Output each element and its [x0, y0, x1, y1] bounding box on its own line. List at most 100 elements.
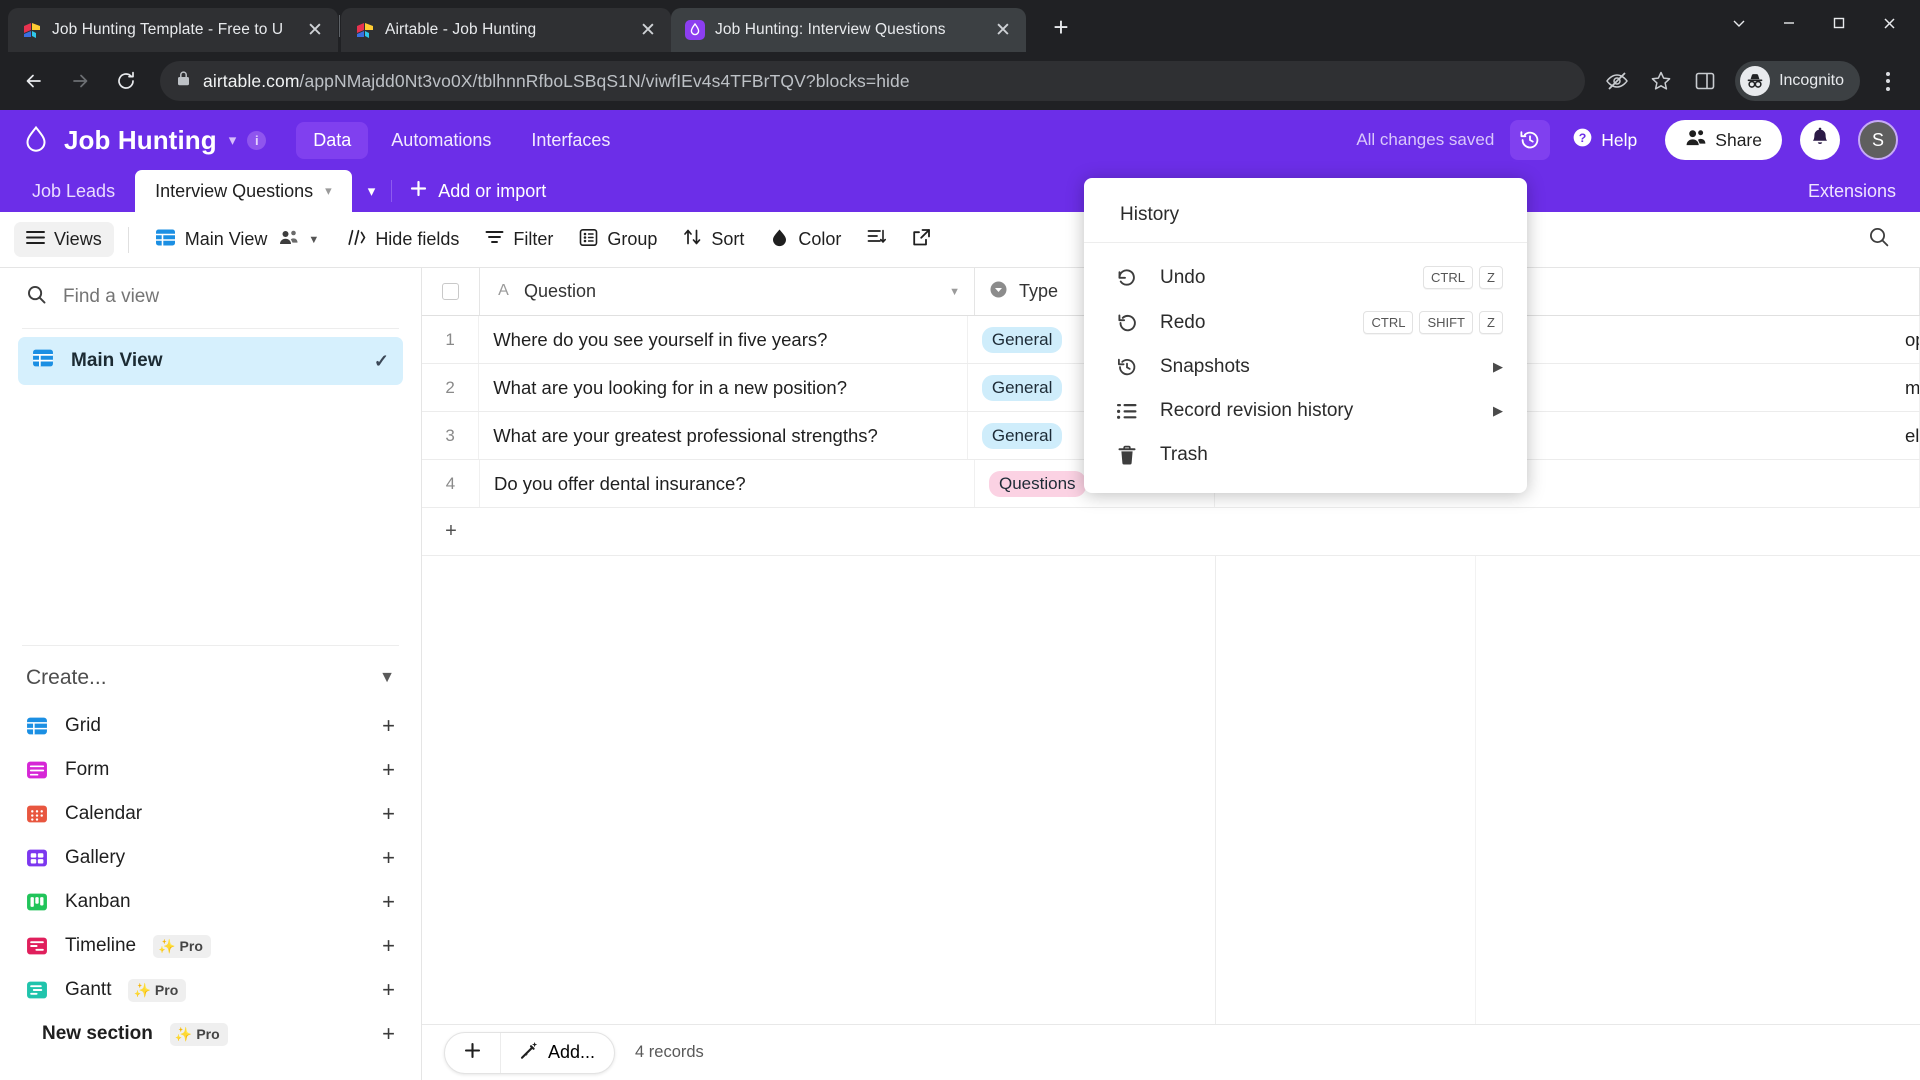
history-item-label: Undo — [1160, 266, 1206, 288]
current-view-button[interactable]: Main View ▼ — [143, 220, 332, 260]
cell-question[interactable]: What are you looking for in a new positi… — [479, 364, 968, 411]
plus-icon[interactable]: + — [382, 713, 395, 739]
history-item-redo[interactable]: Redo CTRL SHIFT Z — [1084, 300, 1527, 345]
hide-fields-button[interactable]: Hide fields — [333, 222, 471, 258]
close-icon[interactable]: ✕ — [637, 21, 659, 40]
browser-menu-icon[interactable] — [1870, 71, 1906, 91]
url-path: /appNMajdd0Nt3vo0X/tblhnnRfboLSBqS1N/viw… — [299, 70, 910, 91]
help-button[interactable]: ? Help — [1560, 120, 1649, 160]
create-item-gallery[interactable]: Gallery + — [0, 836, 421, 880]
close-icon[interactable]: ✕ — [992, 21, 1014, 40]
table-list-chevron-icon[interactable]: ▾ — [352, 170, 392, 212]
views-sidebar: Main View ✓ Create... ▼ Grid + Form + — [0, 268, 422, 1080]
views-toggle-button[interactable]: Views — [14, 222, 114, 257]
sidebar-view-main-view[interactable]: Main View ✓ — [18, 337, 403, 385]
cell-question[interactable]: Where do you see yourself in five years? — [479, 316, 968, 363]
header-right-group: All changes saved ? Help Share S — [1356, 120, 1898, 160]
airtable-template-icon — [22, 20, 42, 40]
type-pill: General — [981, 422, 1063, 449]
nav-item-data[interactable]: Data — [296, 121, 369, 159]
history-item-trash[interactable]: Trash — [1084, 433, 1527, 477]
address-bar[interactable]: airtable.com/appNMajdd0Nt3vo0X/tblhnnRfb… — [160, 61, 1586, 101]
add-record-group[interactable]: Add... — [444, 1031, 616, 1074]
add-record-button[interactable] — [445, 1033, 500, 1073]
find-view-input[interactable] — [63, 286, 395, 308]
create-item-grid[interactable]: Grid + — [0, 704, 421, 748]
create-item-gantt[interactable]: Gantt ✨ Pro + — [0, 968, 421, 1012]
chevron-down-icon[interactable]: ▼ — [949, 286, 960, 298]
avatar[interactable]: S — [1858, 120, 1898, 160]
color-button[interactable]: Color — [758, 221, 853, 259]
back-icon[interactable] — [14, 61, 54, 101]
history-popup: History Undo CTRL Z Redo CTRL SHIFT Z Sn… — [1084, 178, 1527, 493]
airtable-drop-icon — [685, 20, 705, 40]
history-icon-button[interactable] — [1510, 120, 1551, 160]
table-tab-job-leads[interactable]: Job Leads — [12, 170, 135, 212]
history-item-record-revision-history[interactable]: Record revision history ▶ — [1084, 389, 1527, 433]
sort-icon — [683, 228, 702, 251]
nav-item-interfaces[interactable]: Interfaces — [514, 122, 627, 159]
chevron-down-icon[interactable]: ▼ — [379, 669, 395, 687]
group-button[interactable]: Group — [567, 221, 669, 259]
reload-icon[interactable] — [106, 61, 146, 101]
create-item-kanban[interactable]: Kanban + — [0, 880, 421, 924]
maximize-icon[interactable] — [1816, 6, 1862, 40]
share-button[interactable]: Share — [1665, 120, 1782, 160]
group-label: Group — [607, 229, 658, 249]
column-header-question[interactable]: A Question ▼ — [480, 268, 975, 315]
window-list-icon[interactable] — [1716, 6, 1762, 40]
plus-icon[interactable]: + — [382, 801, 395, 827]
plus-icon[interactable]: + — [382, 845, 395, 871]
history-item-snapshots[interactable]: Snapshots ▶ — [1084, 345, 1527, 389]
plus-icon[interactable]: + — [382, 757, 395, 783]
search-icon — [1868, 226, 1890, 253]
browser-omnibar: airtable.com/appNMajdd0Nt3vo0X/tblhnnRfb… — [0, 52, 1920, 110]
chevron-down-icon[interactable]: ▾ — [325, 183, 332, 199]
table-tab-interview-questions[interactable]: Interview Questions ▾ — [135, 170, 352, 212]
sort-button[interactable]: Sort — [671, 221, 756, 258]
plus-icon[interactable]: + — [382, 1021, 395, 1047]
new-tab-button[interactable]: + — [1044, 12, 1078, 43]
notifications-button[interactable] — [1800, 120, 1840, 160]
hamburger-icon — [26, 229, 45, 250]
browser-tab-1[interactable]: Job Hunting Template - Free to U ✕ — [8, 8, 338, 52]
chevron-down-icon[interactable]: ▾ — [229, 131, 237, 149]
select-all-checkbox[interactable] — [422, 268, 480, 315]
create-item-label: Timeline — [65, 935, 137, 956]
create-item-calendar[interactable]: Calendar + — [0, 792, 421, 836]
chevron-down-icon[interactable]: ▼ — [308, 234, 319, 246]
share-view-button[interactable] — [900, 221, 943, 259]
add-row-button[interactable]: + — [422, 508, 1920, 556]
side-panel-icon[interactable] — [1685, 61, 1725, 101]
color-label: Color — [798, 229, 842, 249]
history-item-undo[interactable]: Undo CTRL Z — [1084, 255, 1527, 300]
plus-icon[interactable]: + — [382, 933, 395, 959]
minimize-icon[interactable] — [1766, 6, 1812, 40]
history-item-label: Record revision history — [1160, 400, 1354, 421]
create-item-label: Gantt — [65, 979, 112, 1000]
create-section-header[interactable]: Create... ▼ — [0, 646, 421, 704]
close-window-icon[interactable] — [1866, 6, 1912, 40]
browser-tab-3-active[interactable]: Job Hunting: Interview Questions ✕ — [671, 8, 1026, 52]
add-or-import-button[interactable]: Add or import — [392, 170, 564, 212]
add-with-ai-button[interactable]: Add... — [501, 1033, 614, 1073]
extensions-button[interactable]: Extensions — [1784, 170, 1920, 212]
filter-button[interactable]: Filter — [473, 222, 565, 257]
create-item-new-section[interactable]: New section ✨ Pro + — [0, 1012, 421, 1056]
cell-question[interactable]: Do you offer dental insurance? — [480, 460, 975, 507]
plus-icon[interactable]: + — [382, 977, 395, 1003]
profile-incognito-button[interactable]: Incognito — [1735, 61, 1860, 101]
close-icon[interactable]: ✕ — [304, 21, 326, 40]
create-item-form[interactable]: Form + — [0, 748, 421, 792]
nav-item-automations[interactable]: Automations — [374, 122, 508, 159]
create-item-timeline[interactable]: Timeline ✨ Pro + — [0, 924, 421, 968]
column-header-label: Question — [524, 281, 597, 301]
cell-question[interactable]: What are your greatest professional stre… — [479, 412, 968, 459]
info-icon[interactable]: i — [247, 130, 267, 150]
row-height-button[interactable] — [855, 221, 898, 258]
search-button[interactable] — [1856, 219, 1906, 260]
browser-tab-2[interactable]: Airtable - Job Hunting ✕ — [341, 8, 671, 52]
tracking-protection-icon[interactable] — [1597, 61, 1637, 101]
bookmark-star-icon[interactable] — [1641, 61, 1681, 101]
plus-icon[interactable]: + — [382, 889, 395, 915]
